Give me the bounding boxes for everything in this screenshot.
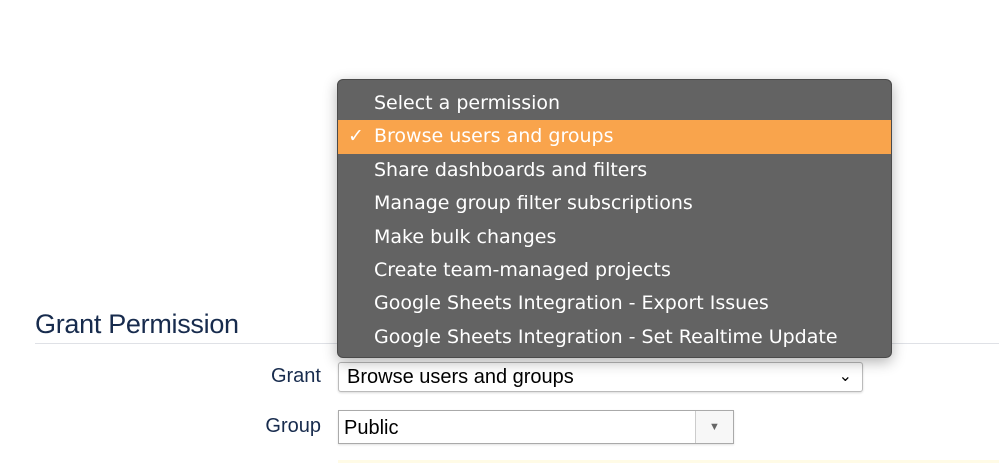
menu-item-label: Make bulk changes: [374, 225, 557, 248]
grant-select-value: Browse users and groups: [347, 366, 574, 388]
group-picker-value: Public: [344, 417, 399, 439]
page-title: Grant Permission: [35, 309, 239, 339]
menu-item[interactable]: Google Sheets Integration - Export Issue…: [338, 287, 891, 320]
dropdown-arrow-icon[interactable]: ▼: [695, 411, 733, 443]
menu-item-label: Manage group filter subscriptions: [374, 192, 693, 215]
menu-item[interactable]: Create team-managed projects: [338, 254, 891, 287]
permission-dropdown-menu: Select a permission ✓ Browse users and gr…: [337, 79, 892, 358]
grant-select[interactable]: Browse users and groups ⌄: [338, 362, 863, 392]
menu-item[interactable]: Manage group filter subscriptions: [338, 187, 891, 220]
menu-item-label: Google Sheets Integration - Export Issue…: [374, 292, 769, 315]
menu-item-label: Google Sheets Integration - Set Realtime…: [374, 325, 838, 348]
menu-item-label: Create team-managed projects: [374, 258, 671, 281]
group-picker[interactable]: Public ▼: [338, 410, 734, 444]
menu-item[interactable]: Share dashboards and filters: [338, 154, 891, 187]
grant-label: Grant: [270, 365, 321, 387]
menu-item-label: Browse users and groups: [374, 125, 614, 148]
chevron-down-icon: ⌄: [838, 368, 852, 385]
menu-item-label: Select a permission: [374, 92, 561, 114]
group-label: Group: [265, 415, 321, 437]
menu-item[interactable]: Google Sheets Integration - Set Realtime…: [338, 321, 891, 354]
menu-item[interactable]: Make bulk changes: [338, 221, 891, 254]
checkmark-icon: ✓: [348, 125, 364, 148]
menu-item-selected[interactable]: ✓ Browse users and groups: [338, 120, 891, 154]
menu-item[interactable]: Select a permission: [338, 87, 891, 120]
menu-item-label: Share dashboards and filters: [374, 158, 648, 181]
